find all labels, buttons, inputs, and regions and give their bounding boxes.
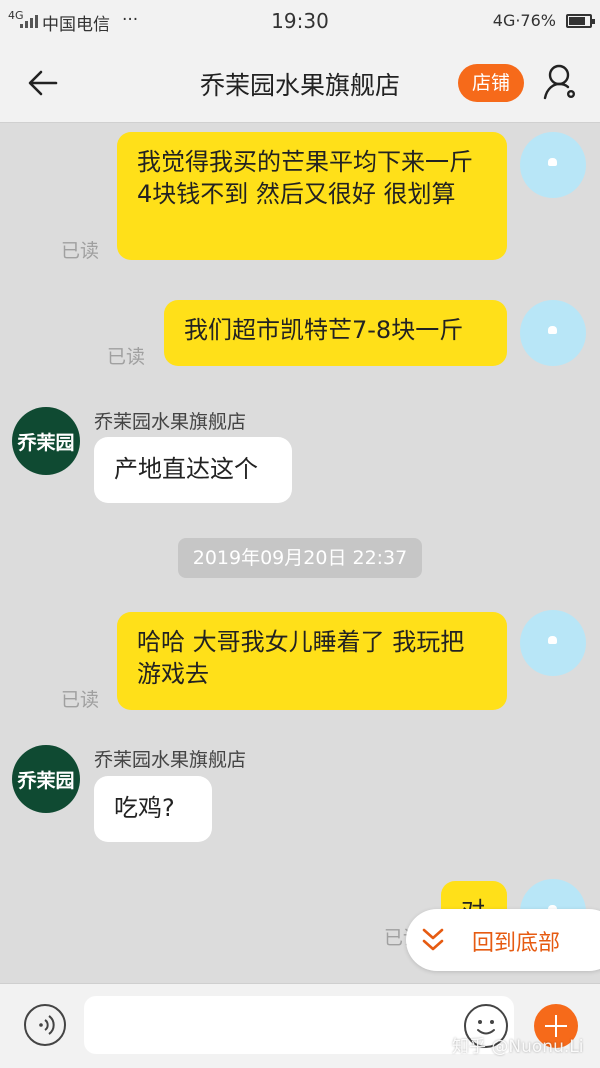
voice-icon[interactable]	[24, 1004, 66, 1046]
network-battery-text: 4G·76%	[492, 11, 556, 30]
jump-to-bottom-label: 回到底部	[472, 931, 561, 956]
message-bubble-self[interactable]: 哈哈 大哥我女儿睡着了 我玩把游戏去	[117, 612, 507, 710]
double-chevron-down-icon	[422, 928, 444, 951]
chat-area[interactable]: 我觉得我买的芒果平均下来一斤4块钱不到 然后又很好 很划算 已读 我们超市凯特芒…	[0, 123, 600, 983]
jump-to-bottom-button[interactable]: 回到底部	[406, 909, 600, 971]
read-status: 已读	[61, 689, 100, 711]
shop-avatar[interactable]: 乔茉园	[12, 745, 80, 813]
nav-bar: 乔茉园水果旗舰店 店铺	[0, 44, 600, 123]
timestamp: 2019年09月20日 22:37	[178, 538, 422, 578]
shop-avatar[interactable]: 乔茉园	[12, 407, 80, 475]
watermark: 知乎 @Nuonu.Li	[452, 1037, 584, 1057]
read-status: 已读	[61, 240, 100, 262]
message-bubble-self[interactable]: 我们超市凯特芒7-8块一斤	[164, 300, 507, 366]
avatar[interactable]	[520, 132, 586, 198]
avatar[interactable]	[520, 610, 586, 676]
message-bubble-self[interactable]: 我觉得我买的芒果平均下来一斤4块钱不到 然后又很好 很划算	[117, 132, 507, 260]
user-settings-icon[interactable]	[542, 62, 580, 102]
sender-name: 乔茉园水果旗舰店	[94, 749, 247, 771]
status-bar: 4G 中国电信 ··· 19:30 4G·76%	[0, 0, 600, 44]
message-bubble-shop[interactable]: 产地直达这个	[94, 437, 292, 503]
message-input[interactable]	[84, 996, 514, 1054]
read-status: 已读	[107, 346, 146, 368]
avatar[interactable]	[520, 300, 586, 366]
battery-icon	[566, 14, 595, 28]
message-bubble-shop[interactable]: 吃鸡?	[94, 776, 212, 842]
shop-button[interactable]: 店铺	[458, 64, 524, 102]
sender-name: 乔茉园水果旗舰店	[94, 411, 247, 433]
